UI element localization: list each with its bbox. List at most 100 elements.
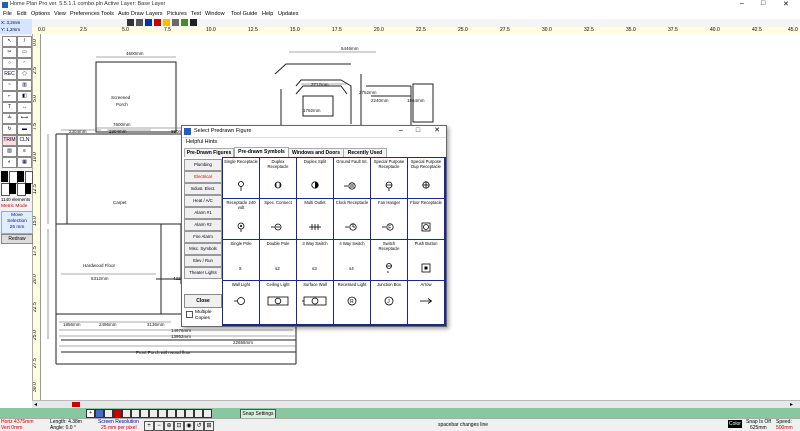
clone-tool[interactable]: CLN [17,135,32,146]
layer-swatch[interactable] [185,409,194,418]
layer-swatch[interactable] [203,409,212,418]
category-alarm-2[interactable]: Alarm #2 [184,219,222,231]
symbol-spec-connect[interactable]: Spec. Connect [260,199,297,240]
symbol-three-way-switch[interactable]: 3 Way Switch s3 [297,240,334,281]
add-layer-icon[interactable]: + [86,409,95,418]
menu-tool-guide[interactable]: Tool Guide [231,11,257,17]
scroll-left-icon[interactable]: ◂ [34,401,37,408]
eraser-tool[interactable]: ▬ [17,124,32,135]
helpful-hints-link[interactable]: Helpful Hints [186,139,217,145]
category-indust-elect[interactable]: Indust. Elect. [184,183,222,195]
layer-swatch[interactable] [140,409,149,418]
tab-windows-and-doors[interactable]: Windows and Doors [288,148,344,157]
symbol-ceiling-light[interactable]: Ceiling Light [260,281,297,325]
menu-updates[interactable]: Updates [278,11,299,17]
redo-icon[interactable] [172,19,179,26]
cut-tool[interactable]: ✂ [2,47,17,58]
layer-swatch[interactable] [113,409,122,418]
door-tool[interactable]: ⌐ [2,91,17,102]
layer-swatch[interactable] [122,409,131,418]
menu-view[interactable]: View [54,11,66,17]
category-heat-ac[interactable]: Heat / A/C [184,195,222,207]
tab-recently-used[interactable]: Recently Used [343,148,387,157]
layer-tool[interactable]: ≡ [17,146,32,157]
symbol-special-purpose-dup[interactable]: Special Purpose Dup Receptacle [408,158,445,199]
symbol-recessed-light[interactable]: Recessed Light R [334,281,371,325]
category-plumbing[interactable]: Plumbing [184,159,222,171]
layer-swatch[interactable] [167,409,176,418]
menu-pictures[interactable]: Pictures [167,11,187,17]
tab-pre-drawn-figures[interactable]: Pre-Drawn Figures [184,148,234,157]
dialog-minimize-icon[interactable]: – [395,127,407,135]
menu-layers[interactable]: Layers [146,11,163,17]
symbol-clock-receptacle[interactable]: Clock Receptacle [334,199,371,240]
menu-tools[interactable]: Tools [101,11,114,17]
circle-tool[interactable]: ○ [2,58,17,69]
open-icon[interactable] [127,19,134,26]
symbol-duplex-receptacle[interactable]: Duplex Receptacle [260,158,297,199]
symbol-multi-outlet[interactable]: Multi Outlet [297,199,334,240]
menu-options[interactable]: Options [31,11,50,17]
layer-swatch[interactable] [176,409,185,418]
dialog-close-button[interactable]: Close [184,294,222,308]
maximize-icon[interactable]: □ [761,0,765,7]
menu-window[interactable]: Window [205,11,225,17]
arc-tool[interactable]: ◜ [17,58,32,69]
symbol-duplex-split[interactable]: Duplex Split [297,158,334,199]
pointer-tool[interactable]: ↖ [2,36,17,47]
symbol-surface-wall[interactable]: Surface Wall [297,281,334,325]
stop-icon[interactable] [154,19,161,26]
layer-swatch[interactable] [149,409,158,418]
symbol-receptacle-240[interactable]: Receptacle 240 volt [223,199,260,240]
color-button[interactable]: Color [728,420,742,428]
rec-tool[interactable]: REC [2,69,17,80]
rect-tool[interactable]: ▭ [17,47,32,58]
print-icon[interactable] [145,19,152,26]
minimize-icon[interactable]: – [740,0,744,7]
symbol-fan-hanger[interactable]: Fan Hanger F [371,199,408,240]
symbol-four-way-switch[interactable]: 4 Way Switch s4 [334,240,371,281]
dialog-close-icon[interactable]: ✕ [431,127,443,135]
rotate-tool[interactable]: ↻ [2,124,17,135]
measure-tool[interactable]: ⟷ [17,113,32,124]
layer-swatch[interactable] [194,409,203,418]
menu-file[interactable]: File [3,11,12,17]
close-icon[interactable]: ✕ [783,0,789,8]
move-selection-panel[interactable]: Move Selection 25 mm [1,211,33,234]
category-electrical[interactable]: Electrical [184,171,222,183]
scroll-thumb[interactable] [72,402,80,407]
fill-tool[interactable]: ▨ [2,146,17,157]
symbol-wall-light[interactable]: Wall Light [223,281,260,325]
text-tool[interactable]: T [2,102,17,113]
redraw-button[interactable]: Redraw [1,234,33,244]
layer-swatch[interactable] [131,409,140,418]
menu-help[interactable]: Help [262,11,273,17]
symbol-single-pole[interactable]: Single Pole s [223,240,260,281]
stair-tool[interactable]: ╧ [2,113,17,124]
layer-swatch[interactable] [95,409,104,418]
layer-swatch[interactable] [104,409,113,418]
grid-icon[interactable] [190,19,197,26]
dialog-maximize-icon[interactable]: □ [412,127,424,135]
symbol-switch-receptacle[interactable]: Switch Receptacle s [371,240,408,281]
trim-tool[interactable]: TRIM [2,135,17,146]
metric-mode[interactable]: Metric Mode [1,204,27,209]
category-fire-alarm[interactable]: Fire Alarm [184,231,222,243]
symbol-push-button[interactable]: Push Button [408,240,445,281]
save-icon[interactable] [136,19,143,26]
window-tool[interactable]: ◧ [17,91,32,102]
symbol-floor-receptacle[interactable]: Floor Receptacle [408,199,445,240]
category-misc-symbols[interactable]: Misc. Symbols [184,243,222,255]
symbol-single-receptacle[interactable]: Single Receptacle [223,158,260,199]
checkbox-box[interactable] [186,311,193,318]
symbol-double-pole[interactable]: Double Pole s2 [260,240,297,281]
wall-tool[interactable]: ▥ [17,80,32,91]
symbol-junction-box[interactable]: Junction Box J [371,281,408,325]
hatch-tool[interactable]: ▦ [17,157,32,168]
color-tool[interactable]: ◐ [2,157,17,168]
category-alarm-1[interactable]: Alarm #1 [184,207,222,219]
category-elev-run[interactable]: Elev / Run [184,255,222,267]
dimension-tool[interactable]: ↔ [17,102,32,113]
menu-preferences[interactable]: Preferences [70,11,100,17]
undo-icon[interactable] [163,19,170,26]
